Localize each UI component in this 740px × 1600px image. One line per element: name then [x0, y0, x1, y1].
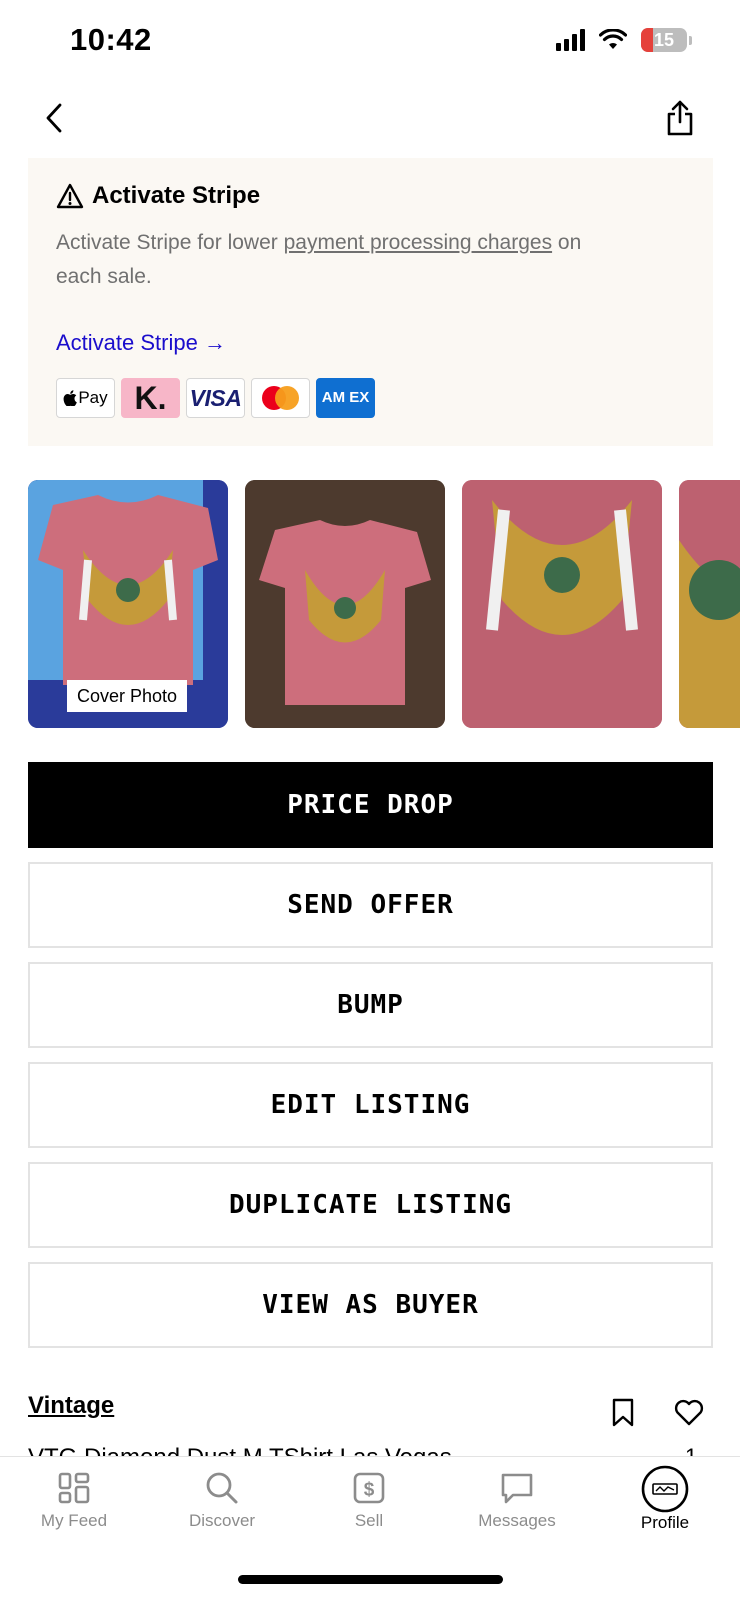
apple-icon	[63, 390, 78, 406]
status-time: 10:42	[70, 22, 152, 57]
amex-logo: AM EX	[316, 378, 375, 418]
top-nav	[0, 92, 740, 144]
share-button[interactable]	[664, 98, 696, 138]
home-indicator	[238, 1575, 503, 1584]
edit-listing-button[interactable]: EDIT LISTING	[28, 1062, 713, 1148]
wifi-icon	[599, 29, 627, 49]
tab-label: Messages	[478, 1511, 556, 1530]
klarna-logo: K.	[121, 378, 180, 418]
listing-info: Vintage VTG Diamond Dust M TShirt Las Ve…	[28, 1380, 713, 1458]
tab-my-feed[interactable]: My Feed	[9, 1471, 139, 1531]
tab-label: Sell	[354, 1511, 384, 1530]
tshirt-image	[462, 480, 662, 728]
stripe-description-text: Activate Stripe for lower	[56, 231, 284, 254]
apple-pay-label: Pay	[78, 388, 108, 407]
warning-icon	[56, 183, 84, 209]
payment-logos: Pay K. VISA AM EX	[56, 378, 375, 418]
duplicate-listing-button[interactable]: DUPLICATE LISTING	[28, 1162, 713, 1248]
view-as-buyer-button[interactable]: VIEW AS BUYER	[28, 1262, 713, 1348]
listing-photo-cover[interactable]: Cover Photo	[28, 480, 228, 728]
heart-icon	[674, 1399, 704, 1426]
tab-sell[interactable]: $ Sell	[304, 1471, 434, 1531]
stripe-title: Activate Stripe	[92, 182, 261, 209]
grid-icon	[58, 1472, 90, 1504]
bookmark-icon	[612, 1398, 634, 1427]
activate-stripe-link[interactable]: Activate Stripe →	[56, 330, 226, 356]
save-listing-button[interactable]	[608, 1396, 638, 1428]
stripe-banner: Activate Stripe Activate Stripe for lowe…	[28, 158, 713, 446]
stripe-description: Activate Stripe for lower payment proces…	[56, 226, 616, 294]
listing-photo[interactable]	[679, 480, 740, 728]
apple-pay-logo: Pay	[56, 378, 115, 418]
tshirt-image	[245, 480, 445, 728]
visa-logo: VISA	[186, 378, 245, 418]
bottom-tab-bar: My Feed Discover $ Sell Messages Profile	[0, 1456, 740, 1600]
listing-photo[interactable]	[245, 480, 445, 728]
battery-icon: 15	[641, 28, 687, 52]
stripe-title-row: Activate Stripe	[56, 182, 260, 210]
status-icons: 15	[556, 28, 692, 52]
send-offer-button[interactable]: SEND OFFER	[28, 862, 713, 948]
battery-level: 15	[653, 29, 675, 50]
chevron-left-icon	[46, 103, 62, 133]
price-drop-button[interactable]: PRICE DROP	[28, 762, 713, 848]
bump-button[interactable]: BUMP	[28, 962, 713, 1048]
status-bar: 10:42 15	[0, 0, 740, 84]
back-button[interactable]	[40, 98, 70, 138]
photo-carousel[interactable]: Cover Photo	[28, 480, 740, 728]
share-icon	[667, 100, 693, 136]
cover-photo-label: Cover Photo	[67, 680, 187, 712]
tab-messages[interactable]: Messages	[452, 1471, 582, 1531]
cellular-signal-icon	[556, 29, 585, 51]
tshirt-image	[679, 480, 740, 728]
search-icon	[206, 1472, 238, 1504]
tab-label: My Feed	[40, 1511, 108, 1530]
svg-text:$: $	[364, 1480, 375, 1501]
listing-photo[interactable]	[462, 480, 662, 728]
tab-label: Discover	[188, 1511, 256, 1530]
chat-bubble-icon	[501, 1473, 533, 1504]
like-button[interactable]	[673, 1396, 705, 1428]
mastercard-logo	[251, 378, 310, 418]
tab-discover[interactable]: Discover	[157, 1471, 287, 1531]
payment-processing-link[interactable]: payment processing charges	[284, 231, 552, 254]
listing-actions: PRICE DROP SEND OFFER BUMP EDIT LISTING …	[28, 762, 713, 1362]
tab-profile[interactable]: Profile	[600, 1465, 730, 1533]
tab-label: Profile	[640, 1513, 690, 1532]
brand-link[interactable]: Vintage	[28, 1392, 114, 1420]
dollar-tag-icon: $	[353, 1472, 385, 1504]
avatar-icon	[641, 1465, 689, 1513]
